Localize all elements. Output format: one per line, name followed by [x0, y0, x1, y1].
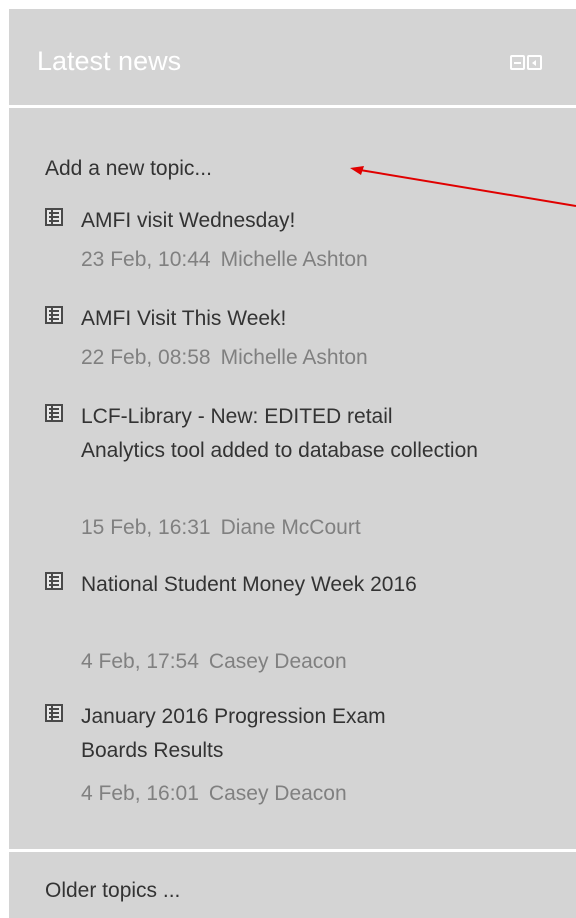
news-item-author: Casey Deacon [208, 782, 347, 805]
news-item-meta: 4 Feb, 16:01 Casey Deacon [81, 782, 347, 806]
news-item-date: 15 Feb, 16:31 [81, 516, 211, 539]
dock-icon[interactable] [510, 55, 525, 70]
annotation-arrow [350, 166, 576, 207]
block-header: Latest news [9, 9, 576, 106]
forum-post-icon [45, 208, 63, 226]
forum-post-icon [45, 404, 63, 422]
block-title: Latest news [37, 46, 182, 76]
add-new-topic-link[interactable]: Add a new topic... [45, 157, 212, 181]
news-item-author: Michelle Ashton [220, 248, 368, 271]
news-item-subject[interactable]: January 2016 Progression Exam Boards Res… [81, 700, 441, 768]
footer-divider [9, 849, 576, 852]
news-item-date: 4 Feb, 16:01 [81, 782, 199, 805]
news-item-subject[interactable]: AMFI Visit This Week! [81, 302, 521, 336]
annotation-arrow-line [353, 168, 576, 207]
forum-post-icon [45, 704, 63, 722]
news-item-date: 4 Feb, 17:54 [81, 650, 199, 673]
news-item-meta: 15 Feb, 16:31 Diane McCourt [81, 516, 361, 540]
older-topics-link[interactable]: Older topics ... [45, 879, 180, 903]
news-item-date: 23 Feb, 10:44 [81, 248, 211, 271]
annotation-arrow-head [350, 166, 364, 175]
news-item-meta: 22 Feb, 08:58 Michelle Ashton [81, 346, 368, 370]
forum-post-icon [45, 572, 63, 590]
news-item-author: Casey Deacon [208, 650, 347, 673]
news-item-author: Diane McCourt [220, 516, 361, 539]
header-divider [9, 105, 576, 108]
news-item-subject[interactable]: National Student Money Week 2016 [81, 568, 501, 602]
forum-post-icon [45, 306, 63, 324]
news-item-meta: 23 Feb, 10:44 Michelle Ashton [81, 248, 368, 272]
collapse-icon[interactable] [527, 55, 542, 70]
latest-news-block: Latest news Add a new topic... AMFI visi… [9, 9, 576, 918]
news-item-subject[interactable]: LCF-Library - New: EDITED retail Analyti… [81, 400, 481, 468]
news-item-date: 22 Feb, 08:58 [81, 346, 211, 369]
news-item-meta: 4 Feb, 17:54 Casey Deacon [81, 650, 347, 674]
news-item-author: Michelle Ashton [220, 346, 368, 369]
